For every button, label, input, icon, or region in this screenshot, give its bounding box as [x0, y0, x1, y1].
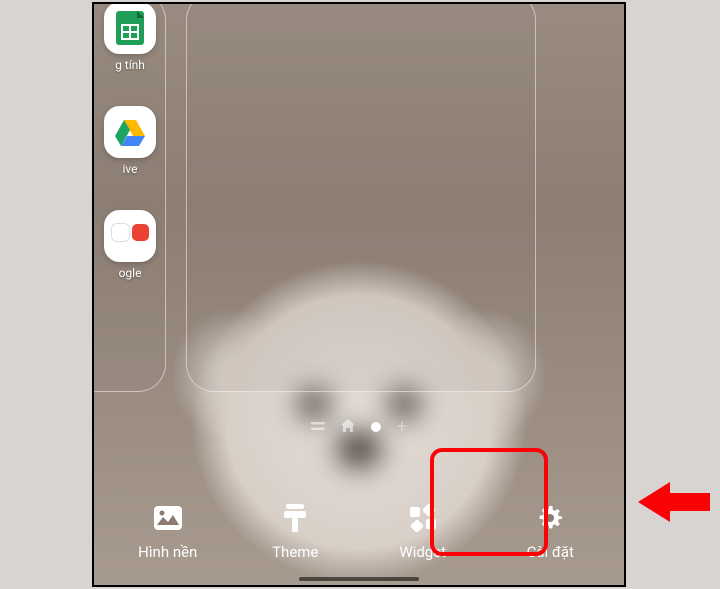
app-label: g tính [115, 58, 145, 72]
app-label: ive [122, 162, 137, 176]
google-drive-icon [104, 106, 156, 158]
wallpaper-label: Hình nền [138, 543, 197, 561]
theme-button[interactable]: Theme [241, 489, 349, 571]
app-google-sheets[interactable]: g tính [92, 2, 170, 72]
app-label: ogle [119, 266, 142, 280]
app-google-drive[interactable]: ive [92, 106, 170, 176]
home-page-icon[interactable] [341, 419, 355, 435]
app-google-folder[interactable]: ogle [92, 210, 170, 280]
nav-bar-indicator[interactable] [299, 577, 419, 581]
google-folder-icon [104, 210, 156, 262]
annotation-highlight-box [430, 448, 548, 556]
theme-label: Theme [272, 543, 318, 561]
homescreen-preview-main[interactable] [186, 2, 536, 392]
page-dot-active[interactable] [371, 422, 381, 432]
annotation-arrow-icon [638, 480, 710, 528]
image-icon [153, 503, 183, 533]
wallpaper-button[interactable]: Hình nền [114, 489, 222, 571]
google-sheets-icon [104, 2, 156, 54]
page-indicator: + [311, 418, 407, 436]
drawer-toggle-icon[interactable] [311, 420, 325, 434]
brush-icon [280, 503, 310, 533]
add-page-icon[interactable]: + [397, 418, 407, 436]
homescreen-apps-column: g tính ive ogle [92, 2, 170, 314]
